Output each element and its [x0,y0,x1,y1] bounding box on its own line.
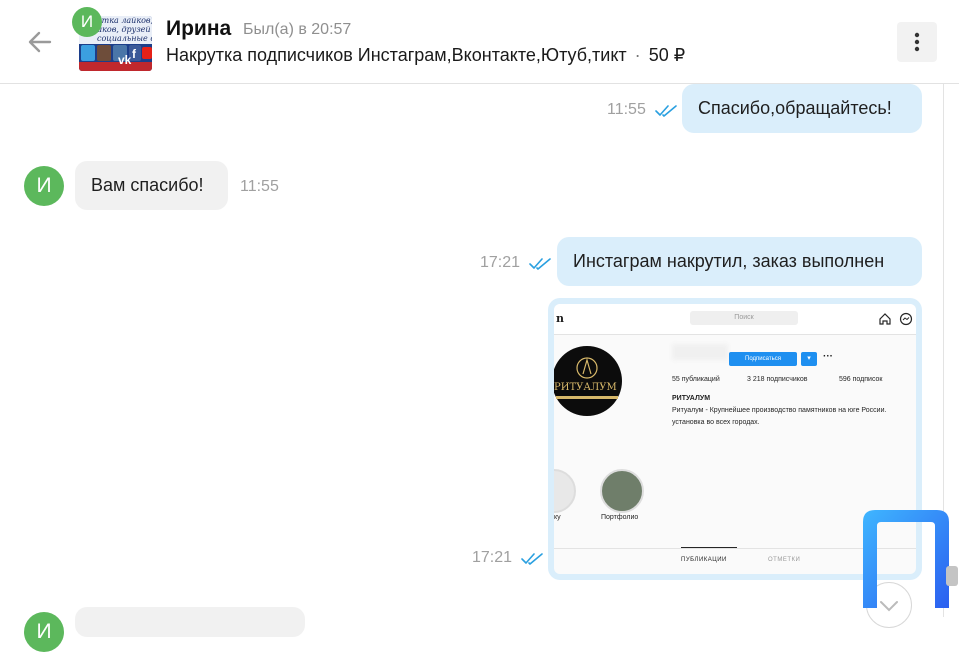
read-double-check-icon [529,258,551,270]
more-vertical-icon [914,32,920,52]
following-count: 596 подписок [839,376,883,383]
last-seen-status: Был(а) в 20:57 [243,21,352,38]
story-highlight [600,469,644,513]
read-double-check-icon [521,553,543,565]
contact-avatar[interactable]: И [72,7,102,37]
messenger-icon [899,312,913,326]
message-text: Вам спасибо! [91,175,204,195]
sender-avatar[interactable]: И [24,166,64,206]
profile-name: РИТУАЛУМ [672,395,711,402]
highlight-label: ку [554,514,561,521]
thumbnail-text-1: утка лайков, [97,16,152,25]
logo-watermark-icon [863,510,949,608]
message-text: Инстаграм накрутил, заказ выполнен [573,251,885,271]
tab-tagged: ОТМЕТКИ [768,557,801,563]
ad-title-line[interactable]: Накрутка подписчиков Инстаграм,Вконтакте… [166,45,685,66]
ad-title: Накрутка подписчиков Инстаграм,Вконтакте… [166,45,627,65]
highlight-label: Портфолио [601,514,639,521]
home-icon [879,313,891,325]
profile-bio: Ритуалум - Крупнейшее производство памят… [672,407,887,414]
story-highlight [554,469,576,513]
follow-button: Подписаться [729,352,797,366]
instagram-search: Поиск [690,311,798,325]
incoming-message[interactable] [75,607,305,637]
contact-name[interactable]: Ирина [166,17,231,41]
scrollbar-thumb[interactable] [946,566,958,586]
sender-avatar[interactable]: И [24,612,64,652]
blurred-username [672,344,728,360]
message-time: 17:21 [480,254,521,271]
svg-text:vk: vk [118,53,132,67]
ritualum-logo-icon [556,357,618,399]
read-double-check-icon [655,105,677,117]
active-tab-indicator [681,547,737,548]
followers-count: 3 218 подписчиков [747,376,808,383]
message-time: 17:21 [472,549,513,566]
incoming-message[interactable]: Вам спасибо! [75,161,228,210]
outgoing-message[interactable]: Инстаграм накрутил, заказ выполнен [557,237,922,286]
profile-avatar [554,346,622,416]
avatar-brand-text: РИТУАЛУМ [554,382,617,393]
more-menu-button[interactable] [897,22,937,62]
follow-dropdown-icon: ▾ [801,352,817,366]
message-time: 11:55 [607,101,646,118]
outgoing-message[interactable]: Спасибо,обращайтесь! [682,84,922,133]
profile-bio-line2: установка во всех городах. [672,419,760,426]
more-horizontal-icon: ··· [823,351,833,362]
message-text: Спасибо,обращайтесь! [698,98,892,118]
ad-price: 50 ₽ [648,45,686,65]
chat-header: vk f утка лайков, иков, друзей социальны… [0,0,959,84]
back-arrow-icon[interactable] [22,24,58,60]
instagram-logo-fragment: n [556,312,564,325]
posts-count: 55 публикаций [672,376,720,383]
ad-separator: · [634,45,641,65]
thumbnail-text-3: социальные сети [97,34,152,43]
instagram-topbar: n Поиск [554,304,916,335]
message-time: 11:55 [240,178,279,195]
thumbnail-text-2: иков, друзей [97,25,151,34]
tab-posts: ПУБЛИКАЦИИ [681,557,727,563]
